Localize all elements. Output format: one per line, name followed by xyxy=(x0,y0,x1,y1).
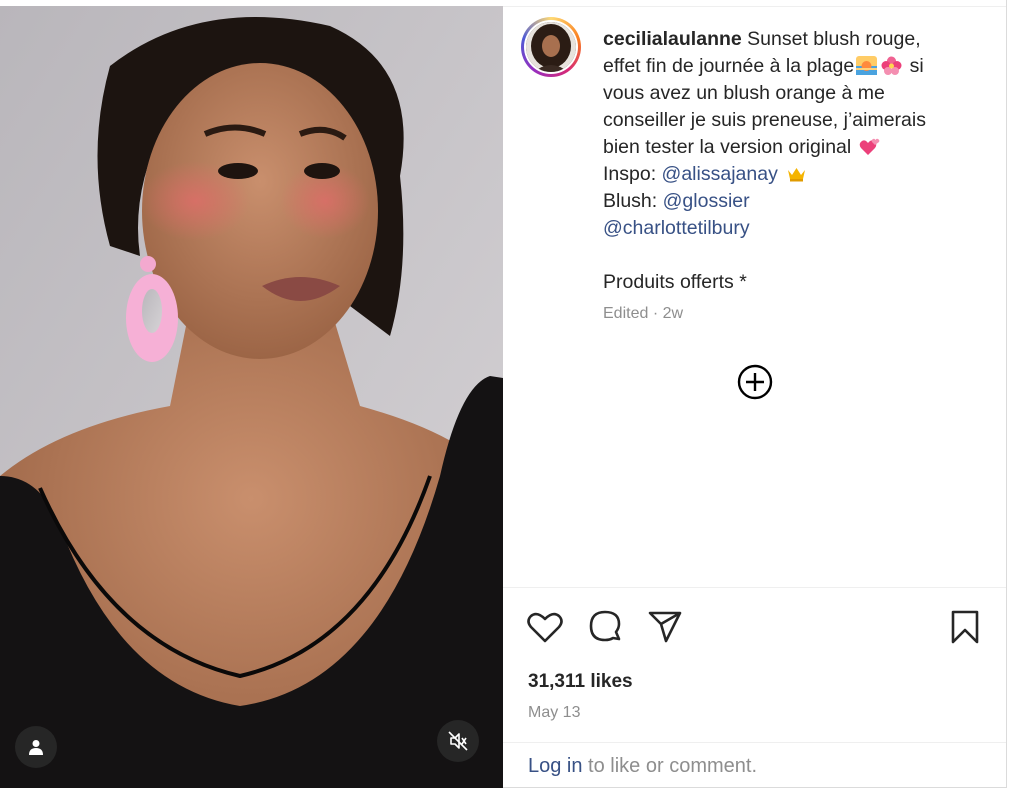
like-button[interactable] xyxy=(525,607,565,647)
two-hearts-emoji xyxy=(859,138,879,155)
blush-label: Blush: xyxy=(603,190,663,212)
comment-icon xyxy=(589,610,621,642)
story-ring[interactable] xyxy=(521,17,581,77)
action-bar xyxy=(503,605,1006,653)
share-button[interactable] xyxy=(645,607,685,647)
save-button[interactable] xyxy=(945,607,985,647)
post-media[interactable] xyxy=(0,6,503,788)
post-date[interactable]: May 13 xyxy=(528,704,580,722)
post-details-panel: cecilialaulanne Sunset blush rouge, effe… xyxy=(503,6,1006,788)
avatar-image xyxy=(526,22,576,72)
hibiscus-emoji xyxy=(881,56,902,75)
post-caption: cecilialaulanne Sunset blush rouge, effe… xyxy=(603,26,963,296)
volume-muted-icon xyxy=(448,731,468,751)
user-tag-icon xyxy=(29,740,43,755)
tagged-users-button[interactable] xyxy=(15,726,57,768)
caption-section: cecilialaulanne Sunset blush rouge, effe… xyxy=(503,7,1006,587)
likes-count[interactable]: 31,311 likes xyxy=(528,671,633,693)
bookmark-icon xyxy=(951,610,979,644)
inspo-label: Inspo: xyxy=(603,163,662,185)
heart-icon xyxy=(527,612,563,643)
sunrise-emoji xyxy=(856,56,878,75)
post-photo xyxy=(0,6,503,788)
comment-button[interactable] xyxy=(585,607,625,647)
author-username[interactable]: cecilialaulanne xyxy=(603,28,742,50)
post-meta: Edited · 2w xyxy=(603,305,683,323)
avatar[interactable] xyxy=(526,22,576,72)
mention-alissajanay[interactable]: @alissajanay xyxy=(662,163,778,185)
meta-separator: · xyxy=(648,305,663,322)
mute-toggle-button[interactable] xyxy=(437,720,479,762)
login-prompt-text: to like or comment. xyxy=(582,755,758,777)
login-prompt: Log in to like or comment. xyxy=(528,755,757,778)
post-age[interactable]: 2w xyxy=(663,305,683,322)
crown-emoji xyxy=(787,168,805,182)
divider xyxy=(503,587,1006,588)
mention-glossier[interactable]: @glossier xyxy=(663,190,750,212)
send-icon xyxy=(648,611,682,643)
add-circle-icon xyxy=(737,364,773,400)
mention-charlottetilbury[interactable]: @charlottetilbury xyxy=(603,217,750,239)
login-link[interactable]: Log in xyxy=(528,755,583,777)
edited-label: Edited xyxy=(603,305,649,322)
load-more-comments-button[interactable] xyxy=(737,364,773,400)
gifted-note: Produits offerts * xyxy=(603,271,747,293)
divider xyxy=(503,742,1006,743)
